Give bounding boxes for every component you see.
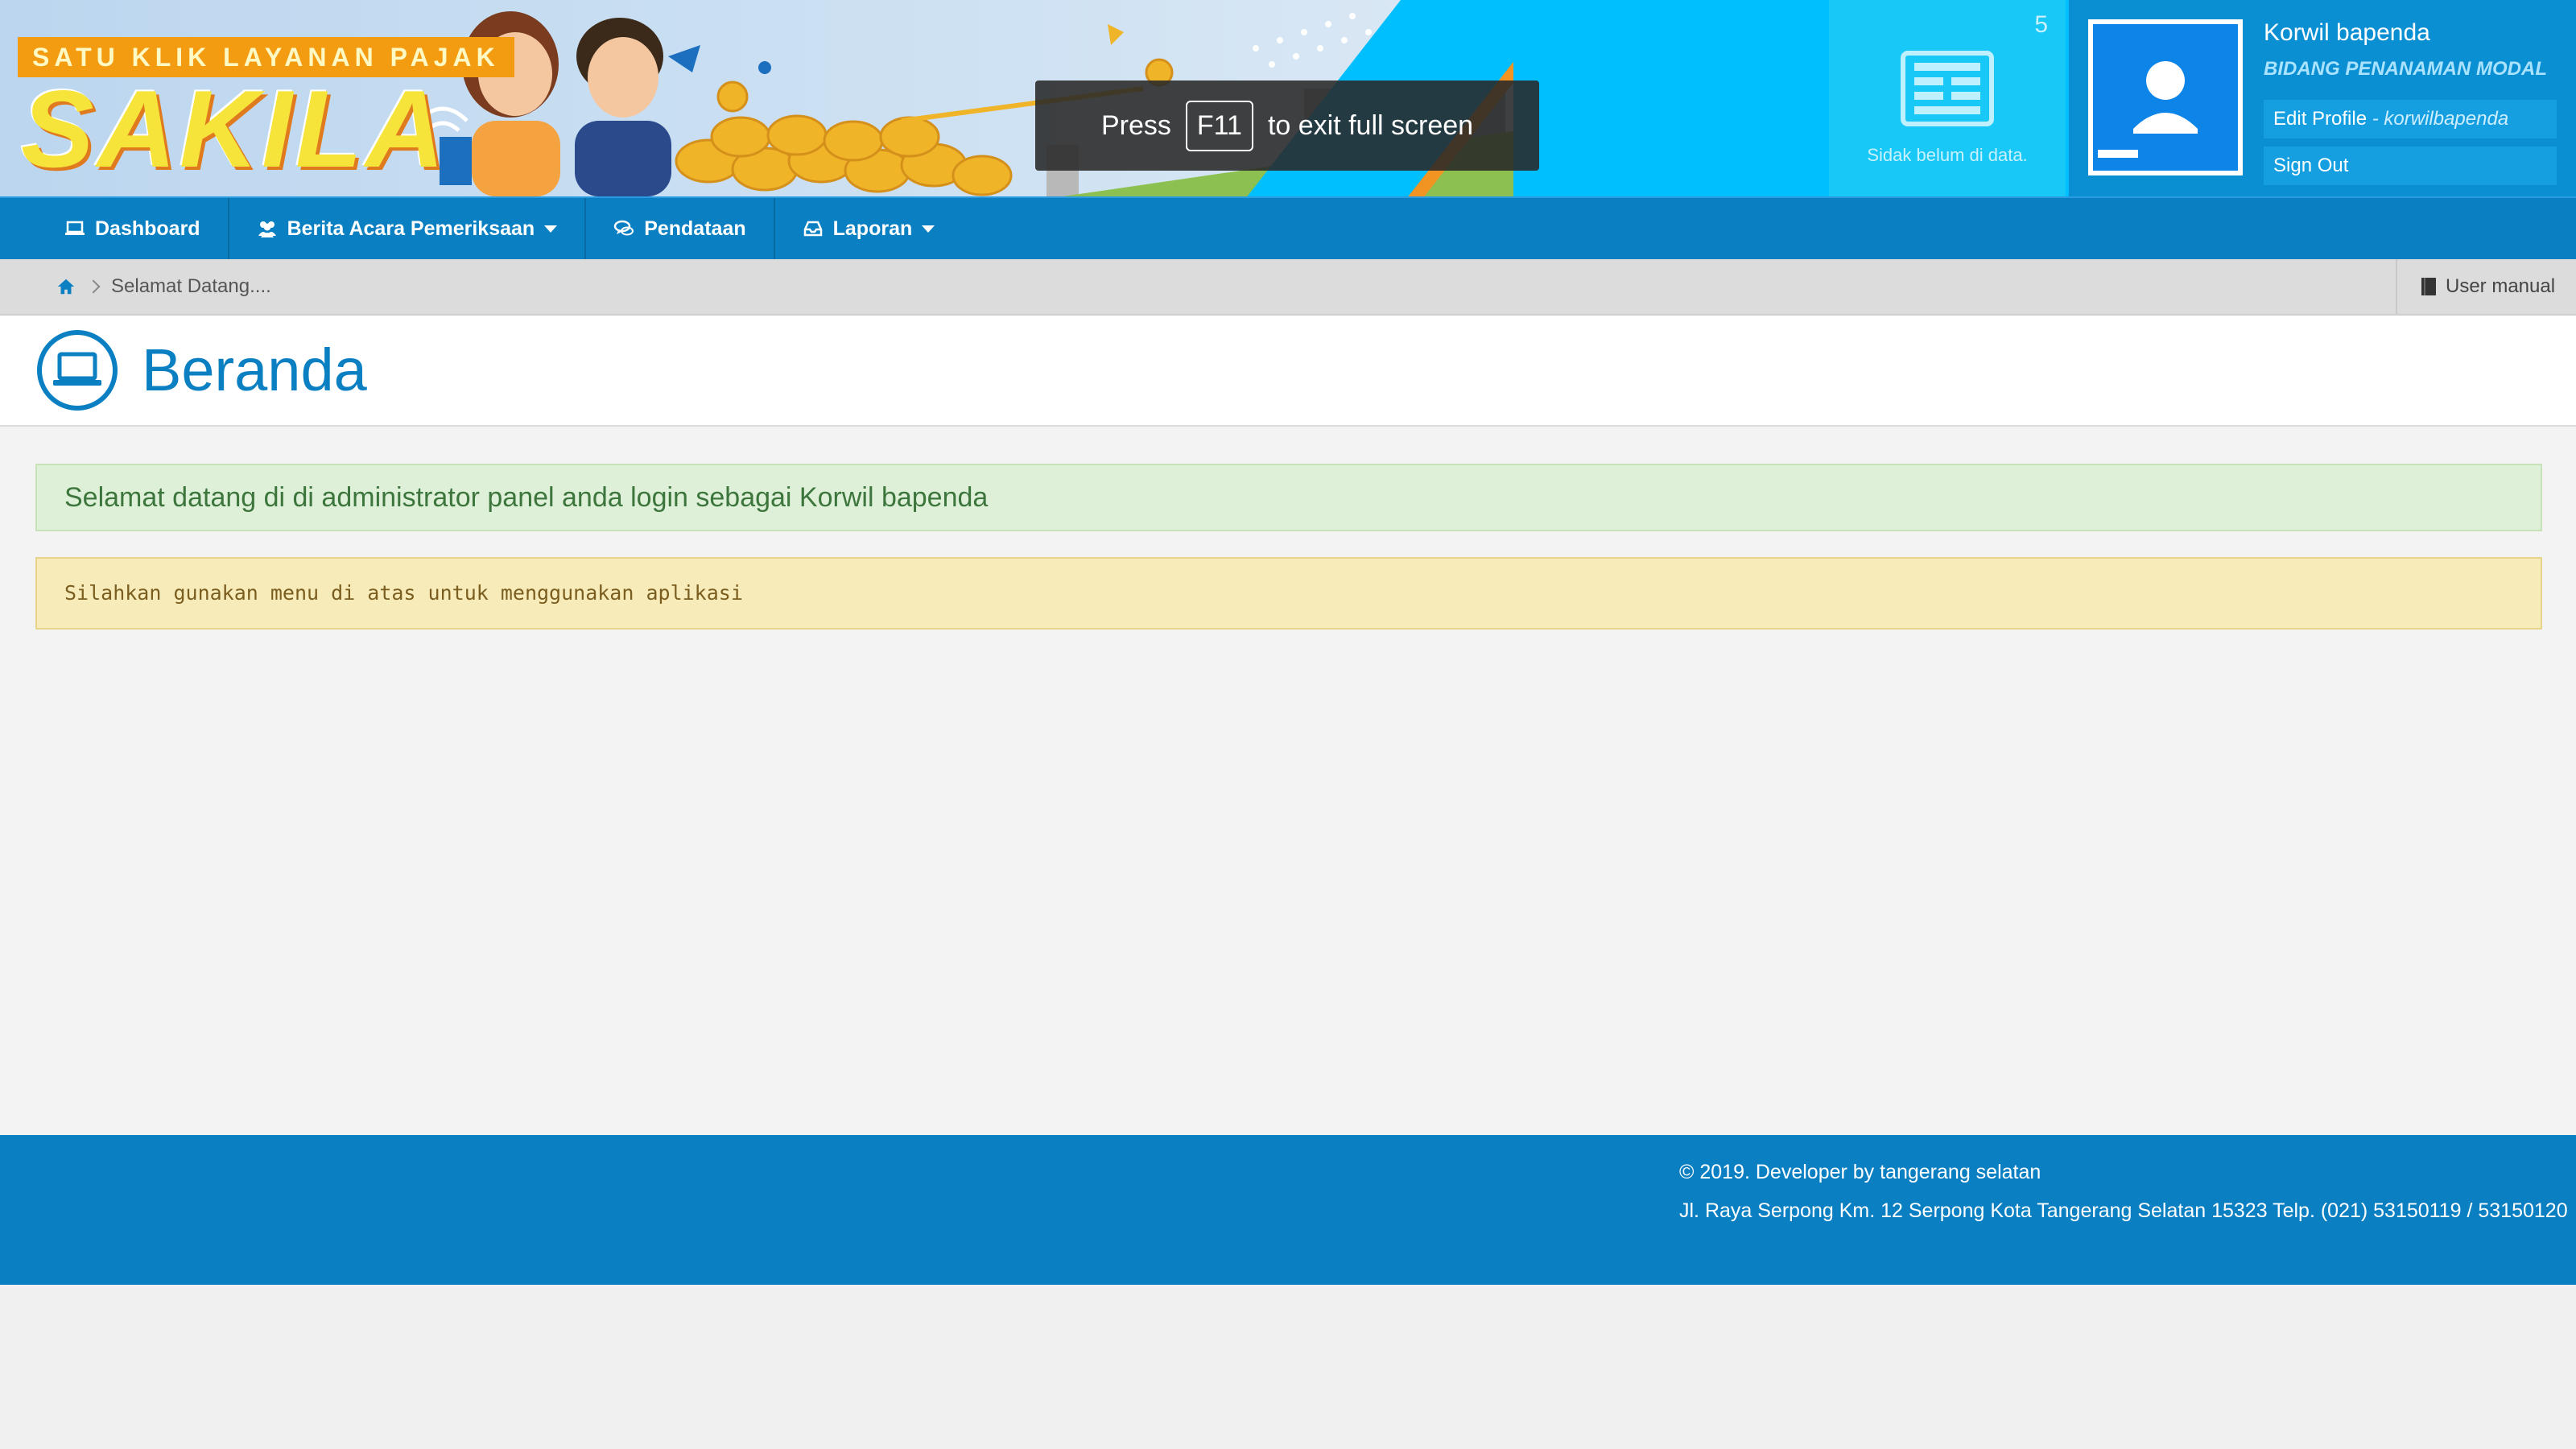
edit-profile-link[interactable]: Edit Profile - korwilbapenda xyxy=(2264,100,2557,138)
breadcrumb-current: Selamat Datang.... xyxy=(111,275,271,297)
page-background xyxy=(0,1285,2576,1449)
main-content: Selamat datang di di administrator panel… xyxy=(0,427,2576,1135)
notification-count: 5 xyxy=(2034,11,2048,38)
users-icon xyxy=(258,221,276,237)
info-alert: Silahkan gunakan menu di atas untuk meng… xyxy=(35,557,2542,630)
user-manual-label: User manual xyxy=(2446,275,2556,297)
profile-panel: Korwil bapenda BIDANG PENANAMAN MODAL Ed… xyxy=(2069,0,2576,196)
fullscreen-key: F11 xyxy=(1185,100,1253,151)
inbox-icon xyxy=(803,221,822,237)
main-nav: Dashboard Berita Acara Pemeriksaan Penda… xyxy=(0,196,2576,259)
fullscreen-press-label: Press xyxy=(1100,109,1171,141)
edit-profile-username: - korwilbapenda xyxy=(2367,108,2509,130)
edit-profile-label: Edit Profile xyxy=(2273,108,2368,130)
laptop-icon xyxy=(65,221,85,235)
profile-name: Korwil bapenda xyxy=(2264,19,2430,46)
chevron-down-icon xyxy=(544,225,558,233)
nav-berita-acara[interactable]: Berita Acara Pemeriksaan xyxy=(229,198,587,259)
chevron-down-icon xyxy=(922,225,935,233)
welcome-alert: Selamat datang di di administrator panel… xyxy=(35,464,2542,531)
book-icon xyxy=(2421,278,2436,295)
nav-dashboard[interactable]: Dashboard xyxy=(0,198,229,259)
profile-department: BIDANG PENANAMAN MODAL xyxy=(2264,58,2547,80)
fullscreen-hint: Press F11 to exit full screen xyxy=(1035,80,1539,171)
header-banner: SATU KLIK LAYANAN PAJAK SAKILA 5 Sidak b… xyxy=(0,0,2576,196)
fullscreen-rest-label: to exit full screen xyxy=(1267,109,1474,141)
chevron-right-icon xyxy=(86,279,101,294)
laptop-circle-icon xyxy=(37,330,118,411)
page-header: Beranda xyxy=(0,316,2576,427)
sign-out-link[interactable]: Sign Out xyxy=(2264,147,2557,185)
nav-berita-acara-label: Berita Acara Pemeriksaan xyxy=(287,217,535,240)
breadcrumb: Selamat Datang.... User manual xyxy=(0,259,2576,316)
user-manual-link[interactable]: User manual xyxy=(2396,259,2576,314)
page-title: Beranda xyxy=(142,336,367,403)
home-icon[interactable] xyxy=(56,277,76,296)
nav-pendataan[interactable]: Pendataan xyxy=(586,198,775,259)
avatar[interactable] xyxy=(2088,19,2243,175)
user-avatar-icon xyxy=(2098,61,2198,158)
footer: © 2019. Developer by tangerang selatan J… xyxy=(0,1135,2576,1285)
notification-text: Sidak belum di data. xyxy=(1867,145,2028,165)
notification-widget[interactable]: 5 Sidak belum di data. xyxy=(1829,0,2066,196)
footer-copyright: © 2019. Developer by tangerang selatan xyxy=(1679,1161,2041,1183)
nav-laporan[interactable]: Laporan xyxy=(775,198,963,259)
comments-icon xyxy=(613,220,634,236)
brand-logo: SAKILA xyxy=(21,68,448,190)
inbox-list-icon xyxy=(1901,51,1994,126)
nav-pendataan-label: Pendataan xyxy=(644,217,746,240)
nav-laporan-label: Laporan xyxy=(832,217,913,240)
nav-dashboard-label: Dashboard xyxy=(95,217,200,240)
footer-address: Jl. Raya Serpong Km. 12 Serpong Kota Tan… xyxy=(1679,1199,2568,1222)
